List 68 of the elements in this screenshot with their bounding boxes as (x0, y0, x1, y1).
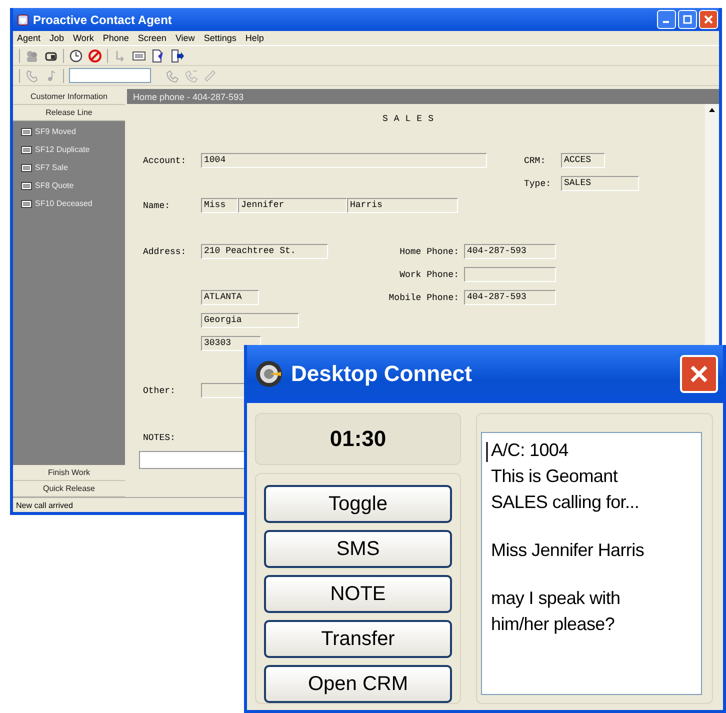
people-icon[interactable] (25, 48, 39, 62)
action-button[interactable]: Toggle (264, 485, 452, 523)
dial-field[interactable] (69, 68, 151, 83)
state-field[interactable]: Georgia (201, 313, 299, 328)
field-label: Address: (143, 246, 188, 256)
title-field[interactable]: Miss (201, 198, 238, 213)
keyboard-icon (21, 182, 32, 190)
sidebar-tab[interactable]: Customer Information (13, 89, 125, 105)
close-button[interactable] (699, 10, 718, 29)
keyboard-icon[interactable] (132, 48, 146, 62)
phone-field[interactable]: 404-287-593 (464, 244, 556, 259)
menu-item[interactable]: Work (73, 33, 94, 43)
phone-field[interactable]: 404-287-593 (464, 290, 556, 305)
target-icon (255, 360, 283, 388)
phone-field[interactable] (464, 267, 556, 282)
close-button[interactable] (680, 355, 718, 393)
minimize-button[interactable] (657, 10, 676, 29)
address-field[interactable]: 210 Peachtree St. (201, 244, 328, 259)
field-label: NOTES: (143, 432, 176, 442)
keyboard-icon (21, 164, 32, 172)
keyboard-icon (21, 128, 32, 136)
menu-item[interactable]: Agent (17, 33, 41, 43)
menu-item[interactable]: Job (50, 33, 64, 43)
field-label: Name: (143, 200, 172, 210)
stop-icon[interactable] (88, 48, 102, 62)
field-label: Home Phone: (398, 246, 459, 256)
field-label: Work Phone: (398, 270, 459, 280)
menu-item[interactable]: Screen (138, 33, 166, 43)
window-title: Proactive Contact Agent (33, 12, 172, 26)
field-label: Other: (143, 386, 176, 396)
action-button[interactable]: SMS (264, 530, 452, 568)
field-label: Type: (524, 178, 552, 188)
close-icon (704, 15, 713, 24)
sidebar-button[interactable]: Quick Release (13, 481, 125, 497)
menu-item[interactable]: Settings (204, 33, 236, 43)
crm-field[interactable]: ACCES (561, 153, 605, 168)
sidebar-tab[interactable]: Release Line (13, 105, 125, 121)
exit-icon[interactable] (170, 48, 184, 62)
text-cursor-icon (485, 442, 489, 462)
account-field[interactable]: 1004 (201, 153, 487, 168)
field-label: Account: (143, 156, 188, 166)
action-button[interactable]: Open CRM (264, 665, 452, 703)
close-icon (689, 364, 709, 384)
menu-item[interactable]: Help (245, 33, 264, 43)
dialog-title: Desktop Connect (291, 361, 472, 387)
call-timer: 01:30 (255, 413, 461, 465)
app-icon (17, 14, 29, 26)
script-text: may I speak with him/her please? (491, 587, 622, 636)
type-field[interactable]: SALES (561, 176, 639, 191)
sidebar-button[interactable]: Finish Work (13, 465, 125, 481)
maximize-button[interactable] (678, 10, 697, 29)
action-button[interactable]: NOTE (264, 575, 452, 613)
maximize-icon (683, 15, 692, 24)
menu-item[interactable]: Phone (102, 33, 129, 43)
form-heading: SALES (381, 114, 440, 124)
clock-icon[interactable] (69, 48, 83, 62)
header-bar: Home phone - 404-287-593 (127, 89, 719, 104)
keyboard-icon (21, 146, 32, 154)
city-field[interactable]: ATLANTA (201, 290, 259, 305)
action-button[interactable]: Transfer (264, 620, 452, 658)
first-name-field[interactable]: Jennifer (238, 198, 347, 213)
last-name-field[interactable]: Harris (347, 198, 458, 213)
document-icon[interactable] (151, 48, 165, 62)
field-label: CRM: (524, 156, 547, 166)
script-text: Miss Jennifer Harris (491, 539, 646, 562)
keyboard-icon (21, 200, 32, 208)
menu-item[interactable]: View (175, 33, 195, 43)
field-label: Mobile Phone: (388, 292, 459, 302)
